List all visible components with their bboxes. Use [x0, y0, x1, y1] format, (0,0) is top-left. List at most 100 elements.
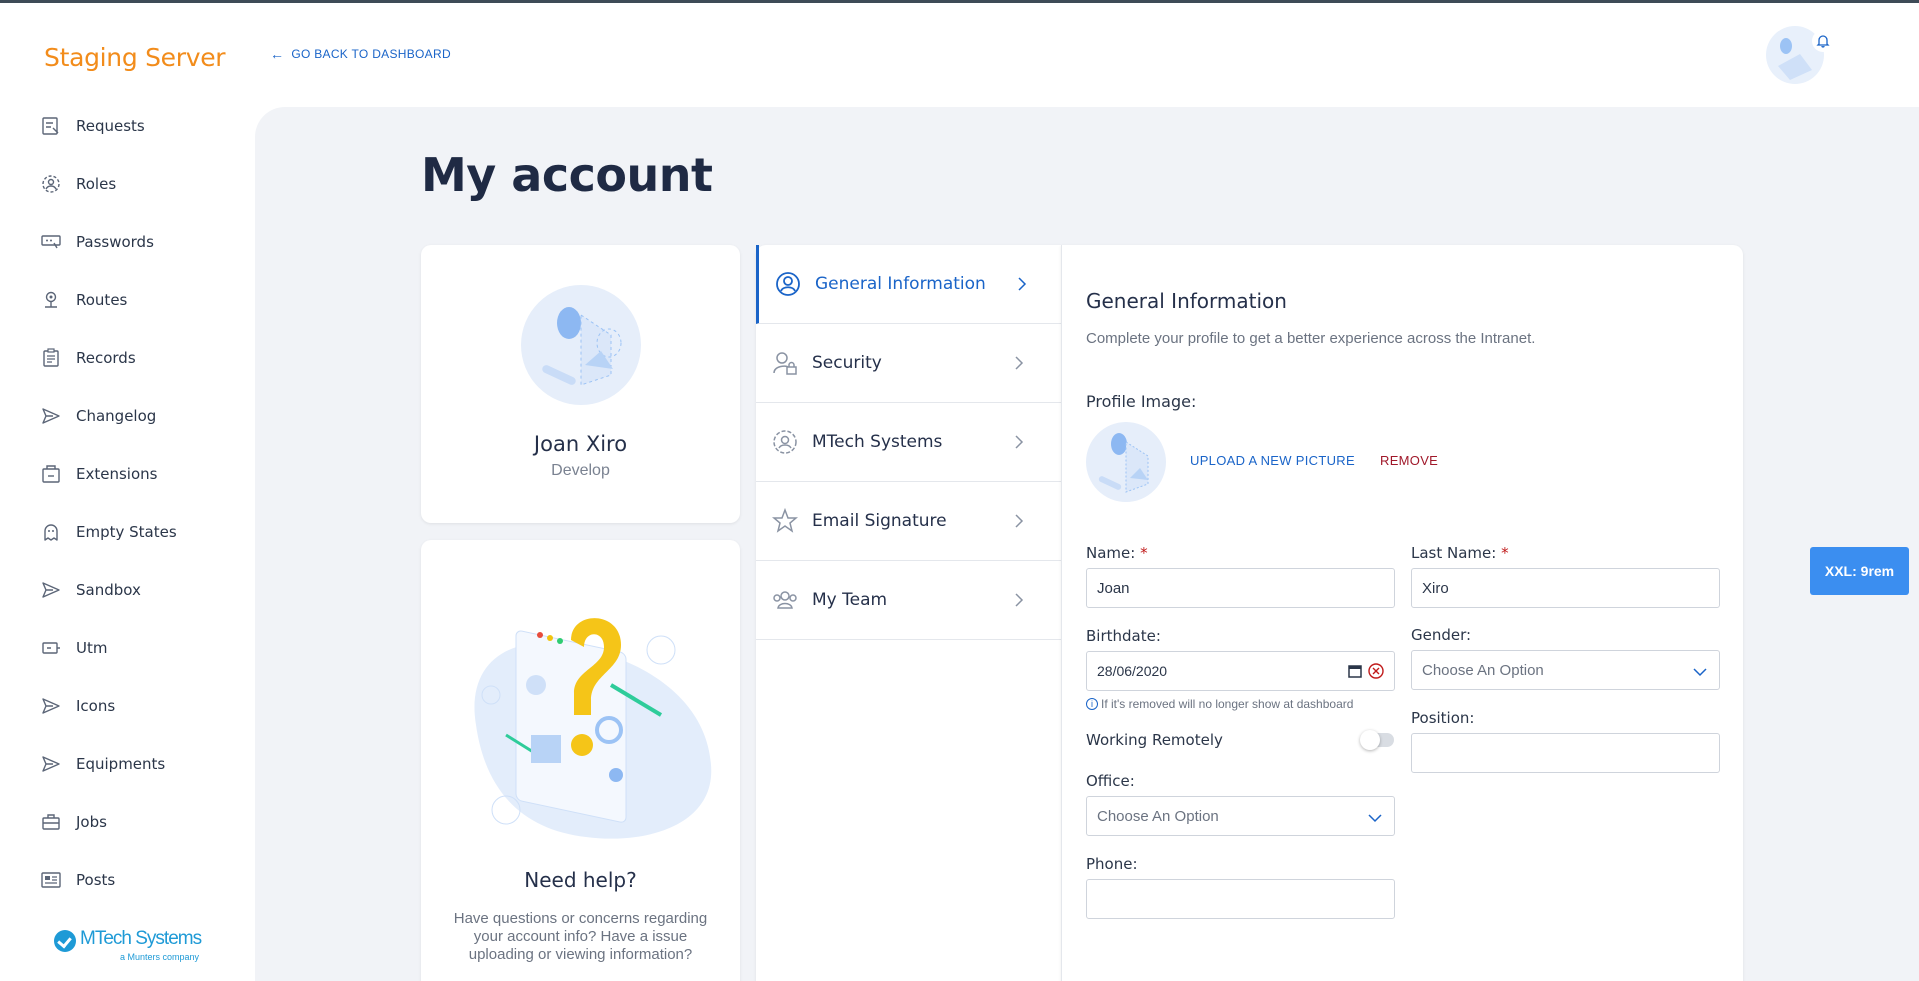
sidebar-item-label: Passwords: [76, 233, 154, 251]
sidebar-item-label: Roles: [76, 175, 117, 193]
sidebar-item-sandbox[interactable]: Sandbox: [0, 561, 255, 619]
sidebar-item-label: Jobs: [76, 813, 107, 831]
organization-icon: [772, 429, 798, 455]
bell-icon[interactable]: [1812, 30, 1834, 52]
profile-card: Joan Xiro Develop: [421, 245, 740, 523]
chevron-right-icon: [1014, 593, 1028, 607]
logo-name: MTech Systems: [80, 928, 202, 949]
last-name-label: Last Name: *: [1411, 544, 1509, 562]
remove-picture-link[interactable]: REMOVE: [1380, 453, 1438, 468]
top-border: [0, 0, 1919, 3]
office-select[interactable]: Choose An Option: [1086, 796, 1395, 836]
menu-item-security[interactable]: Security: [756, 324, 1061, 403]
working-remotely-toggle[interactable]: [1360, 730, 1394, 750]
routes-icon: [40, 289, 62, 311]
roles-icon: [40, 173, 62, 195]
sidebar-item-label: Empty States: [76, 523, 177, 541]
menu-item-label: MTech Systems: [812, 432, 943, 452]
name-label-text: Name:: [1086, 544, 1136, 562]
calendar-icon[interactable]: [1348, 664, 1362, 681]
sidebar-item-posts[interactable]: Posts: [0, 851, 255, 909]
position-field[interactable]: [1411, 733, 1720, 773]
sidebar-item-label: Utm: [76, 639, 108, 657]
sidebar-item-label: Records: [76, 349, 136, 367]
sidebar-item-label: Sandbox: [76, 581, 141, 599]
arrow-left-icon: ←: [270, 46, 285, 62]
sidebar-item-empty-states[interactable]: Empty States: [0, 503, 255, 561]
required-mark: *: [1140, 544, 1148, 562]
send-icon: [40, 695, 62, 717]
user-lock-icon: [772, 350, 798, 376]
send-icon: [40, 753, 62, 775]
last-name-value: Xiro: [1422, 579, 1449, 597]
office-value: Choose An Option: [1097, 807, 1219, 825]
user-circle-icon: [775, 271, 801, 297]
gender-value: Choose An Option: [1422, 661, 1544, 679]
chevron-down-icon: [1368, 810, 1382, 827]
chevron-down-icon: [1693, 664, 1707, 681]
name-field[interactable]: Joan: [1086, 568, 1395, 608]
sidebar-item-jobs[interactable]: Jobs: [0, 793, 255, 851]
back-to-dashboard-link[interactable]: ← GO BACK TO DASHBOARD: [270, 46, 451, 62]
clear-date-icon[interactable]: [1368, 663, 1384, 682]
sidebar: Staging Server Requests Roles Passwords Rou…: [0, 3, 255, 981]
help-illustration: [446, 575, 716, 845]
form-subtitle: Complete your profile to get a better ex…: [1086, 330, 1536, 347]
chevron-right-icon: [1017, 277, 1031, 291]
utm-icon: [40, 637, 62, 659]
help-card: Need help? Have questions or concerns re…: [421, 540, 740, 981]
sidebar-item-label: Changelog: [76, 407, 157, 425]
upload-picture-link[interactable]: UPLOAD A NEW PICTURE: [1190, 453, 1355, 468]
sidebar-item-extensions[interactable]: Extensions: [0, 445, 255, 503]
phone-label: Phone:: [1086, 855, 1138, 873]
page-title: My account: [421, 148, 713, 202]
menu-item-label: General Information: [815, 274, 986, 294]
sidebar-item-requests[interactable]: Requests: [0, 97, 255, 155]
sidebar-item-changelog[interactable]: Changelog: [0, 387, 255, 445]
sidebar-item-label: Posts: [76, 871, 116, 889]
position-label: Position:: [1411, 709, 1475, 727]
help-title: Need help?: [524, 868, 637, 892]
sidebar-item-label: Icons: [76, 697, 116, 715]
menu-item-general-information[interactable]: General Information: [756, 245, 1061, 324]
name-value: Joan: [1097, 579, 1130, 597]
sidebar-item-label: Extensions: [76, 465, 158, 483]
ghost-icon: [40, 521, 62, 543]
menu-item-my-team[interactable]: My Team: [756, 561, 1061, 640]
company-logo: MTech Systems a Munters company: [54, 928, 204, 968]
last-name-label-text: Last Name:: [1411, 544, 1497, 562]
brand-title[interactable]: Staging Server: [44, 43, 226, 72]
birthdate-field[interactable]: 28/06/2020: [1086, 651, 1395, 691]
gender-label: Gender:: [1411, 626, 1472, 644]
last-name-field[interactable]: Xiro: [1411, 568, 1720, 608]
menu-item-email-signature[interactable]: Email Signature: [756, 482, 1061, 561]
send-icon: [40, 579, 62, 601]
sidebar-item-label: Equipments: [76, 755, 166, 773]
passwords-icon: [40, 231, 62, 253]
help-text: Have questions or concerns regarding you…: [453, 910, 708, 963]
menu-item-mtech-systems[interactable]: MTech Systems: [756, 403, 1061, 482]
info-icon: i: [1086, 698, 1098, 710]
sidebar-item-records[interactable]: Records: [0, 329, 255, 387]
posts-icon: [40, 869, 62, 891]
records-icon: [40, 347, 62, 369]
phone-field[interactable]: [1086, 879, 1395, 919]
sidebar-item-routes[interactable]: Routes: [0, 271, 255, 329]
menu-item-label: Security: [812, 353, 882, 373]
profile-avatar: [521, 285, 641, 405]
gender-select[interactable]: Choose An Option: [1411, 650, 1720, 690]
sidebar-item-passwords[interactable]: Passwords: [0, 213, 255, 271]
sidebar-item-equipments[interactable]: Equipments: [0, 735, 255, 793]
sidebar-item-label: Requests: [76, 117, 145, 135]
sidebar-item-label: Routes: [76, 291, 128, 309]
working-remotely-label: Working Remotely: [1086, 731, 1223, 749]
birthdate-label: Birthdate:: [1086, 627, 1161, 645]
office-label: Office:: [1086, 772, 1135, 790]
sidebar-item-roles[interactable]: Roles: [0, 155, 255, 213]
sidebar-item-utm[interactable]: Utm: [0, 619, 255, 677]
profile-role: Develop: [551, 462, 610, 479]
logo-subtitle: a Munters company: [120, 952, 200, 962]
birthdate-value: 28/06/2020: [1097, 663, 1168, 679]
account-menu: General Information Security MTech Syste…: [756, 245, 1061, 981]
sidebar-item-icons[interactable]: Icons: [0, 677, 255, 735]
